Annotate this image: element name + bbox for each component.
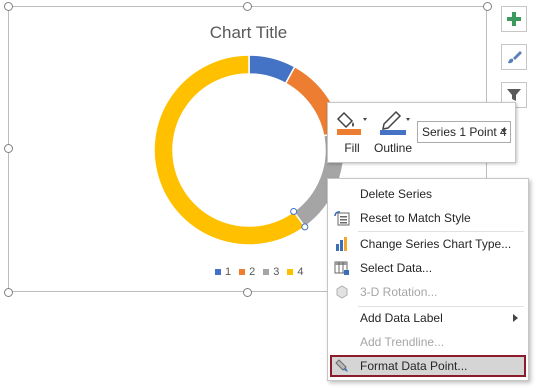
legend-item-2: 2 — [239, 266, 255, 278]
legend-item-4: 4 — [287, 266, 304, 278]
fill-label: Fill — [344, 141, 360, 155]
menu-item-add-trendline[interactable]: Add Trendline... — [330, 331, 526, 353]
menu-item-add-data-label[interactable]: Add Data Label — [330, 307, 526, 329]
menu-item-select-data[interactable]: Select Data... — [330, 257, 526, 279]
resize-handle-top-left[interactable] — [4, 2, 13, 11]
resize-handle-top-right[interactable] — [483, 2, 492, 11]
legend-swatch-icon — [263, 269, 270, 275]
menu-item-reset-to-match-style[interactable]: Reset to Match Style — [330, 207, 526, 229]
resize-handle-left[interactable] — [4, 144, 13, 153]
chart-legend[interactable]: 1 2 3 4 — [215, 266, 304, 278]
chevron-down-icon — [501, 129, 507, 133]
resize-handle-bottom-left[interactable] — [4, 288, 13, 297]
chart-elements-button[interactable] — [501, 6, 527, 32]
resize-handle-bottom[interactable] — [243, 288, 252, 297]
select-data-icon — [334, 261, 349, 275]
menu-separator — [358, 231, 524, 232]
doughnut-slice-4[interactable] — [153, 54, 306, 246]
reset-style-icon — [334, 211, 350, 226]
resize-handle-top[interactable] — [243, 2, 252, 11]
filter-icon — [507, 89, 521, 101]
mini-toolbar: Fill Outline Series 1 Point 4 — [327, 102, 516, 163]
paint-bucket-icon — [336, 111, 367, 135]
legend-swatch-icon — [287, 269, 294, 275]
format-paint-icon — [335, 359, 348, 372]
context-menu: Delete Series Reset to Match Style Chang… — [327, 178, 529, 381]
fill-button[interactable]: Fill — [334, 109, 370, 159]
submenu-arrow-icon — [513, 314, 518, 322]
chart-styles-button[interactable] — [501, 44, 527, 70]
legend-swatch-icon — [215, 269, 221, 275]
menu-item-delete-series[interactable]: Delete Series — [330, 183, 526, 205]
bar-chart-icon — [336, 237, 347, 251]
brush-icon — [508, 51, 522, 64]
outline-button[interactable]: Outline — [372, 109, 414, 159]
selection-handle[interactable] — [301, 223, 309, 231]
series-point-value: Series 1 Point 4 — [422, 125, 507, 139]
legend-item-3: 3 — [263, 266, 279, 278]
pen-outline-icon — [380, 110, 410, 135]
menu-item-change-series-chart-type[interactable]: Change Series Chart Type... — [330, 233, 526, 255]
delete-series-icon — [334, 186, 350, 202]
menu-item-3d-rotation[interactable]: 3-D Rotation... — [330, 281, 526, 303]
selection-handle[interactable] — [290, 207, 298, 215]
legend-swatch-icon — [239, 269, 246, 275]
legend-item-1: 1 — [215, 266, 231, 278]
cube-icon — [336, 285, 348, 299]
outline-label: Outline — [373, 141, 413, 155]
series-point-dropdown[interactable]: Series 1 Point 4 — [417, 121, 511, 143]
plus-icon — [507, 12, 521, 26]
menu-item-format-data-point[interactable]: Format Data Point... — [330, 355, 526, 377]
